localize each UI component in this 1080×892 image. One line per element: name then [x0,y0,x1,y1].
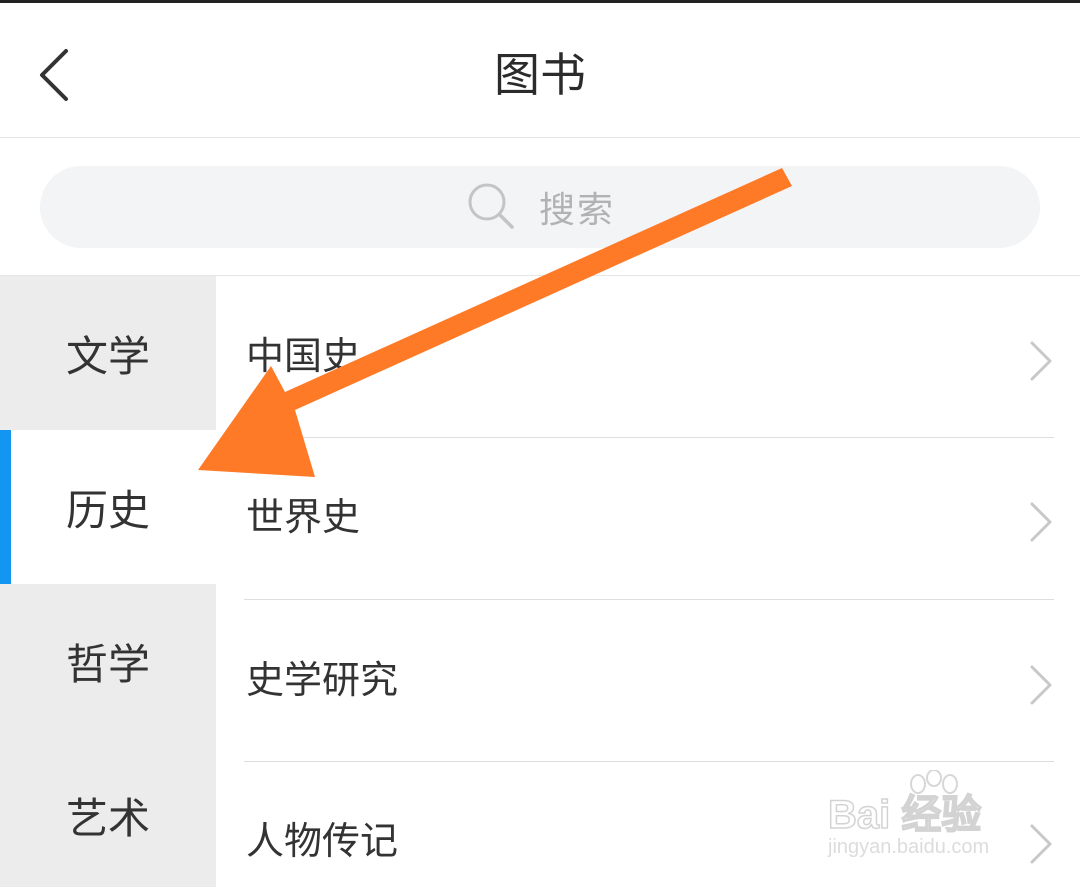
watermark-url: jingyan.baidu.com [828,836,990,858]
chevron-right-icon [1030,665,1052,705]
list-item-label: 史学研究 [246,658,399,702]
sidebar-item-literature[interactable]: 文学 [0,276,216,430]
category-sidebar: 文学 历史 哲学 艺术 [0,276,216,887]
list-item-world-history[interactable]: 世界史 [216,438,1080,600]
search-placeholder: 搜索 [538,190,615,231]
sidebar-item-label: 文学 [65,331,150,381]
search-input[interactable]: 搜索 [40,166,1040,248]
list-item-label: 世界史 [246,495,361,539]
list-item-label: 人物传记 [246,819,399,863]
watermark-brand: Bai 经验 [827,792,982,838]
list-item-historiography[interactable]: 史学研究 [216,600,1080,762]
list-item-chinese-history[interactable]: 中国史 [216,276,1080,438]
sidebar-item-history[interactable]: 历史 [0,430,216,584]
sidebar-item-philosophy[interactable]: 哲学 [0,584,216,738]
sidebar-item-label: 艺术 [65,793,150,843]
search-icon [468,183,514,229]
sidebar-item-label: 哲学 [65,639,150,689]
search-section: 搜索 [0,138,1080,276]
page-title: 图书 [494,48,586,102]
watermark-logo: Bai 经验 jingyan.baidu.com [827,770,1058,870]
sidebar-item-art[interactable]: 艺术 [0,738,216,892]
chevron-right-icon [1030,341,1052,381]
sidebar-item-label: 历史 [65,485,150,535]
list-item-label: 中国史 [246,334,361,378]
chevron-right-icon [1030,502,1052,542]
header-bar: 图书 [0,3,1080,138]
